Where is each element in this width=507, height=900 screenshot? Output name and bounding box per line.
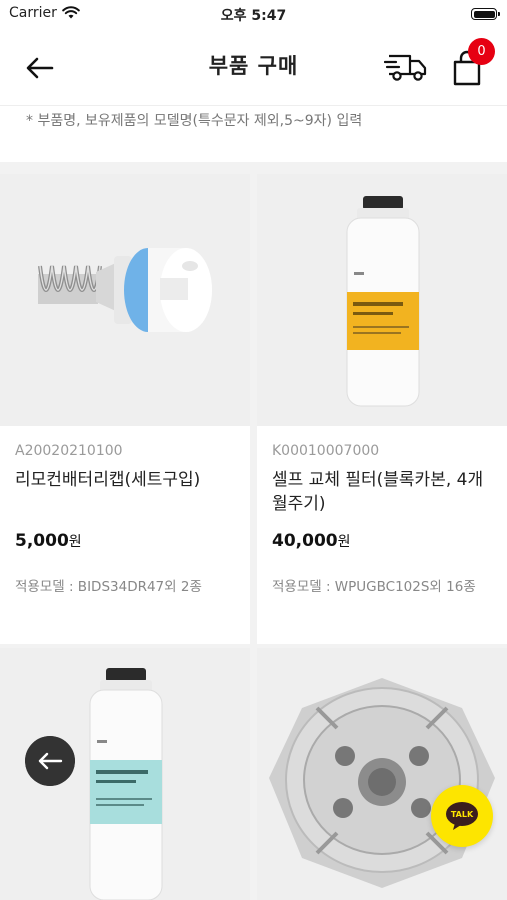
kakao-talk-button[interactable]: TALK [431,785,493,847]
product-name: 셀프 교체 필터(블록카본, 4개월주기) [272,470,484,514]
product-image [257,174,507,426]
talk-label: TALK [451,810,474,819]
applicable-models: 적용모델 : WPUGBC102S외 16종 [272,579,476,595]
product-code: A20020210100 [15,443,123,459]
product-card[interactable]: K00010007000 셀프 교체 필터(블록카본, 4개월주기) 40,00… [257,174,507,644]
product-card[interactable]: A20020210100 리모컨배터리캡(세트구입) 5,000원 적용모델 :… [0,174,250,644]
product-image [257,648,507,900]
app-header: 부품 구매 0 [0,28,507,106]
cart-count-badge: 0 [468,38,495,65]
price-unit: 원 [337,534,351,550]
burner-cap-image [269,678,495,888]
status-bar: Carrier 오후 5:47 [0,0,507,28]
clock: 오후 5:47 [220,8,287,24]
product-price: 5,000원 [15,531,82,551]
product-code: K00010007000 [272,443,380,459]
price-value: 5,000 [15,531,69,551]
product-card[interactable] [257,648,507,900]
product-name: 리모컨배터리캡(세트구입) [15,470,201,490]
chat-bubble-icon: TALK [446,802,478,830]
filter-cartridge-image [346,196,420,407]
product-price: 40,000원 [272,531,351,551]
page-title: 부품 구매 [208,54,299,78]
product-image [0,174,250,426]
delivery-truck-icon[interactable] [384,48,430,84]
floating-back-button[interactable] [25,736,75,786]
price-value: 40,000 [272,531,338,551]
price-unit: 원 [68,534,82,550]
applicable-models: 적용모델 : BIDS34DR47외 2종 [15,579,202,595]
search-hint: * 부품명, 보유제품의 모델명(특수문자 제외,5~9자) 입력 [26,113,363,129]
back-arrow-icon[interactable] [22,50,58,86]
battery-icon [471,8,500,20]
battery-cap-image [38,248,212,332]
section-divider [0,162,507,174]
